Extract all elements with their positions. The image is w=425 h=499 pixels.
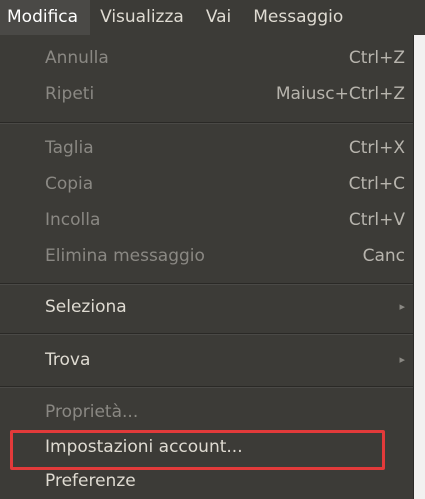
menu-item-elimina-messaggio[interactable]: Elimina messaggio Canc [0,238,413,274]
menu-separator [0,122,413,123]
menu-item-shortcut: Maiusc+Ctrl+Z [275,84,405,104]
menu-item-label: Incolla [45,210,101,230]
menu-item-shortcut: Ctrl+V [348,210,405,230]
menu-item-taglia[interactable]: Taglia Ctrl+X [0,130,413,166]
menu-item-label: Proprietà... [45,402,139,422]
menu-vai[interactable]: Vai [196,0,243,35]
menu-item-copia[interactable]: Copia Ctrl+C [0,166,413,202]
menu-item-shortcut: Canc [362,246,405,266]
menu-item-label: Copia [45,174,94,194]
menu-item-shortcut: Ctrl+X [348,138,405,158]
menu-item-shortcut: Ctrl+Z [348,48,405,68]
submenu-arrow-icon: ▸ [399,300,405,313]
menu-item-label: Elimina messaggio [45,246,205,266]
menu-messaggio[interactable]: Messaggio [243,0,355,35]
menu-item-label: Trova [45,350,91,370]
menu-item-label: Preferenze [45,471,136,491]
menu-visualizza[interactable]: Visualizza [90,0,196,35]
menu-item-label: Annulla [45,48,109,68]
menu-item-label: Ripeti [45,84,95,104]
edit-menu-dropdown: Annulla Ctrl+Z Ripeti Maiusc+Ctrl+Z Tagl… [0,35,414,499]
menu-separator [0,283,413,284]
menu-item-proprieta[interactable]: Proprietà... [0,394,413,430]
menu-item-trova[interactable]: Trova ▸ [0,342,413,378]
menu-bar: Modifica Visualizza Vai Messaggio [0,0,425,35]
menu-item-label: Impostazioni account... [45,437,243,457]
menu-modifica[interactable]: Modifica [0,0,91,35]
menu-item-ripeti[interactable]: Ripeti Maiusc+Ctrl+Z [0,76,413,112]
menu-item-label: Seleziona [45,297,127,317]
menu-item-shortcut: Ctrl+C [348,174,405,194]
menu-item-label: Taglia [45,138,94,158]
menu-item-incolla[interactable]: Incolla Ctrl+V [0,202,413,238]
menu-separator [0,386,413,387]
menu-item-seleziona[interactable]: Seleziona ▸ [0,289,413,325]
submenu-arrow-icon: ▸ [399,353,405,366]
menu-item-preferenze[interactable]: Preferenze [0,463,413,499]
menu-item-impostazioni-account[interactable]: Impostazioni account... [0,429,413,465]
menu-separator [0,333,413,334]
menu-item-annulla[interactable]: Annulla Ctrl+Z [0,40,413,76]
